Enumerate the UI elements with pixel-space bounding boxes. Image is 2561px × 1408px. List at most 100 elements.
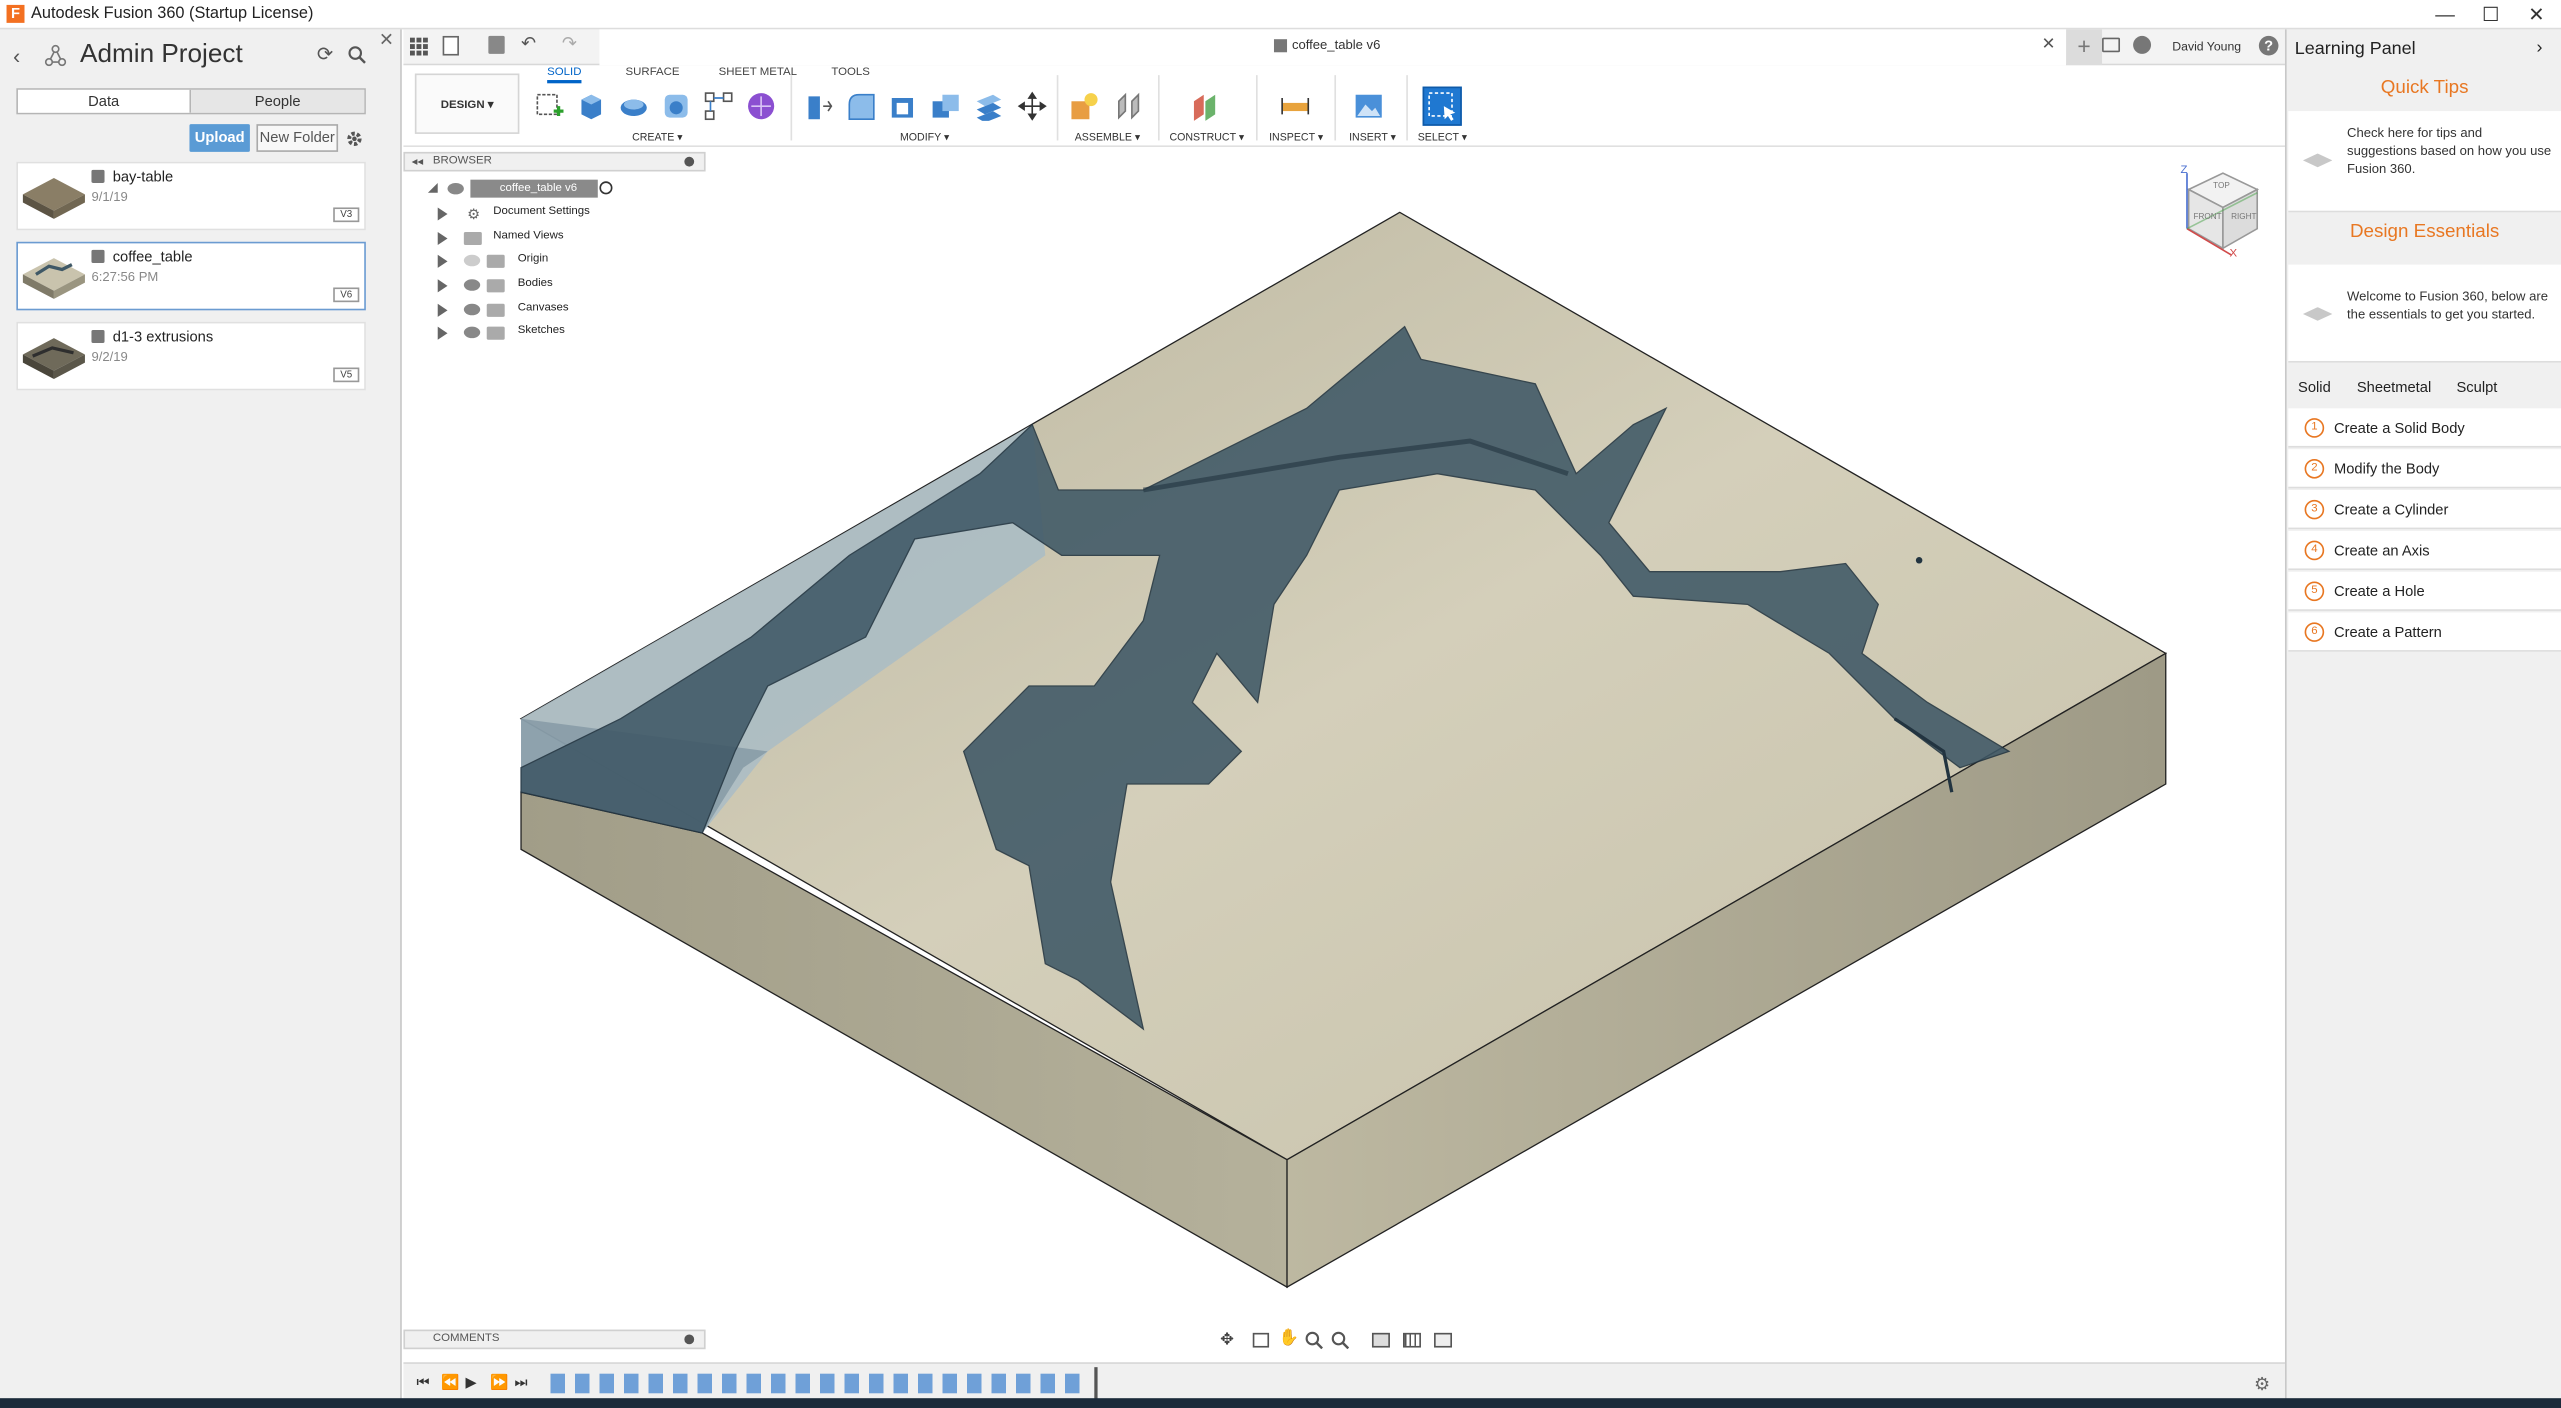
learning-step[interactable]: 6 Create a Pattern bbox=[2288, 612, 2561, 652]
close-panel-icon[interactable]: ✕ bbox=[379, 29, 394, 51]
fillet-icon[interactable] bbox=[846, 91, 875, 121]
expand-arrow-icon[interactable] bbox=[437, 326, 448, 340]
tab-solid[interactable]: SOLID bbox=[547, 67, 582, 84]
visibility-eye-icon[interactable] bbox=[463, 279, 481, 291]
browser-item-named-views[interactable]: Named Views bbox=[428, 229, 624, 252]
timeline-features[interactable] bbox=[550, 1373, 1090, 1394]
user-account[interactable]: David Young bbox=[2172, 39, 2241, 54]
look-at-icon[interactable] bbox=[1252, 1332, 1270, 1348]
close-tab-icon[interactable]: ✕ bbox=[2042, 36, 2056, 54]
fit-icon[interactable] bbox=[1331, 1331, 1350, 1350]
view-cube[interactable]: TOP FRONT RIGHT Z X bbox=[2172, 163, 2263, 268]
notifications-icon[interactable] bbox=[2102, 37, 2121, 53]
view-cube-front[interactable]: FRONT bbox=[2194, 212, 2222, 222]
revolve-icon[interactable] bbox=[619, 91, 648, 120]
pin-icon[interactable] bbox=[684, 156, 695, 167]
version-badge[interactable]: V3 bbox=[333, 207, 360, 223]
expand-arrow-icon[interactable] bbox=[437, 303, 448, 317]
learning-step[interactable]: 2 Modify the Body bbox=[2288, 449, 2561, 489]
root-component-label[interactable]: coffee_table v6 bbox=[470, 179, 598, 198]
timeline-start-icon[interactable]: ⏮ bbox=[416, 1374, 429, 1392]
insert-canvas-icon[interactable] bbox=[1354, 91, 1383, 120]
undo-icon[interactable]: ↶ bbox=[521, 33, 536, 54]
learning-step[interactable]: 4 Create an Axis bbox=[2288, 530, 2561, 571]
measure-icon[interactable] bbox=[1281, 91, 1310, 120]
timeline-play-icon[interactable]: ▶ bbox=[465, 1374, 476, 1392]
offset-face-icon[interactable] bbox=[973, 91, 1002, 121]
construct-group-label[interactable]: CONSTRUCT ▾ bbox=[1169, 131, 1244, 143]
modify-group-label[interactable]: MODIFY ▾ bbox=[900, 131, 949, 143]
browser-item-sketches[interactable]: Sketches bbox=[428, 323, 624, 346]
collapse-chevron-icon[interactable]: › bbox=[2537, 38, 2543, 58]
timeline-back-icon[interactable]: ⏪ bbox=[441, 1374, 459, 1392]
maximize-button[interactable]: ☐ bbox=[2466, 0, 2515, 29]
browser-item-document-settings[interactable]: ⚙ Document Settings bbox=[428, 204, 624, 227]
timeline-marker[interactable] bbox=[1094, 1367, 1098, 1400]
browser-item-bodies[interactable]: Bodies bbox=[428, 276, 624, 299]
file-item[interactable]: coffee_table 6:27:56 PM V6 bbox=[16, 241, 366, 311]
expand-arrow-icon[interactable] bbox=[437, 279, 448, 293]
version-badge[interactable]: V6 bbox=[333, 287, 360, 303]
app-grid-icon[interactable] bbox=[409, 37, 428, 56]
search-icon[interactable] bbox=[348, 46, 366, 64]
learning-step[interactable]: 3 Create a Cylinder bbox=[2288, 490, 2561, 530]
visibility-eye-icon[interactable] bbox=[447, 182, 464, 195]
insert-group-label[interactable]: INSERT ▾ bbox=[1349, 131, 1396, 143]
browser-root[interactable]: coffee_table v6 bbox=[427, 179, 624, 203]
sweep-icon[interactable] bbox=[661, 91, 690, 120]
pan-icon[interactable]: ✋ bbox=[1279, 1330, 1299, 1348]
close-button[interactable]: ✕ bbox=[2512, 0, 2561, 29]
visibility-eye-icon[interactable] bbox=[463, 326, 481, 339]
tab-sheet-metal[interactable]: SHEET METAL bbox=[719, 67, 797, 78]
zoom-icon[interactable] bbox=[1305, 1331, 1323, 1350]
visibility-eye-icon[interactable] bbox=[463, 254, 481, 267]
version-badge[interactable]: V5 bbox=[333, 367, 360, 383]
activate-radio-icon[interactable] bbox=[599, 181, 613, 195]
create-sketch-icon[interactable] bbox=[534, 91, 564, 120]
tab-data[interactable]: Data bbox=[17, 89, 192, 113]
view-cube-right[interactable]: RIGHT bbox=[2231, 212, 2256, 222]
collapse-icon[interactable]: ◂◂ bbox=[412, 155, 423, 168]
pin-icon[interactable] bbox=[684, 1334, 695, 1345]
design-essentials-card[interactable]: Welcome to Fusion 360, below are the ess… bbox=[2288, 264, 2561, 363]
file-menu-icon[interactable] bbox=[442, 35, 459, 56]
offset-plane-icon[interactable] bbox=[1191, 91, 1220, 121]
press-pull-icon[interactable] bbox=[804, 91, 833, 120]
assemble-group-label[interactable]: ASSEMBLE ▾ bbox=[1075, 131, 1141, 143]
job-status-icon[interactable] bbox=[2133, 35, 2152, 54]
new-component-icon[interactable] bbox=[1070, 91, 1099, 120]
tab-people[interactable]: People bbox=[191, 89, 365, 113]
select-tool-button[interactable] bbox=[1422, 86, 1462, 126]
expand-arrow-icon[interactable] bbox=[427, 182, 438, 193]
grid-settings-icon[interactable] bbox=[1403, 1332, 1421, 1348]
display-settings-icon[interactable] bbox=[1371, 1332, 1390, 1348]
timeline-end-icon[interactable]: ⏭ bbox=[514, 1374, 527, 1392]
save-icon[interactable] bbox=[488, 35, 505, 54]
browser-item-canvases[interactable]: Canvases bbox=[428, 301, 624, 324]
tab-solid-learning[interactable]: Solid bbox=[2298, 379, 2331, 395]
learning-step[interactable]: 1 Create a Solid Body bbox=[2288, 408, 2561, 448]
joint-icon[interactable] bbox=[1114, 91, 1143, 120]
new-folder-button[interactable]: New Folder bbox=[256, 124, 339, 152]
document-tab[interactable]: coffee_table v6 ✕ bbox=[599, 29, 2067, 66]
expand-arrow-icon[interactable] bbox=[437, 207, 448, 221]
pattern-icon[interactable] bbox=[704, 91, 733, 121]
expand-arrow-icon[interactable] bbox=[437, 231, 448, 246]
timeline-forward-icon[interactable]: ⏩ bbox=[490, 1374, 508, 1392]
minimize-button[interactable]: — bbox=[2421, 0, 2470, 29]
tab-sculpt-learning[interactable]: Sculpt bbox=[2456, 379, 2497, 395]
tab-tools[interactable]: TOOLS bbox=[831, 67, 870, 78]
help-icon[interactable]: ? bbox=[2258, 35, 2279, 56]
browser-item-origin[interactable]: Origin bbox=[428, 252, 624, 275]
create-group-label[interactable]: CREATE ▾ bbox=[632, 131, 683, 143]
redo-icon[interactable]: ↷ bbox=[562, 33, 577, 54]
timeline-settings-icon[interactable]: ⚙ bbox=[2254, 1374, 2270, 1395]
comments-panel[interactable]: COMMENTS bbox=[403, 1329, 706, 1350]
upload-button[interactable]: Upload bbox=[189, 124, 250, 152]
inspect-group-label[interactable]: INSPECT ▾ bbox=[1269, 131, 1323, 143]
file-item[interactable]: d1-3 extrusions 9/2/19 V5 bbox=[16, 321, 366, 391]
refresh-icon[interactable]: ⟳ bbox=[317, 42, 333, 65]
create-form-icon[interactable] bbox=[746, 91, 775, 120]
file-item[interactable]: bay-table 9/1/19 V3 bbox=[16, 161, 366, 231]
back-icon[interactable]: ‹ bbox=[13, 44, 20, 69]
